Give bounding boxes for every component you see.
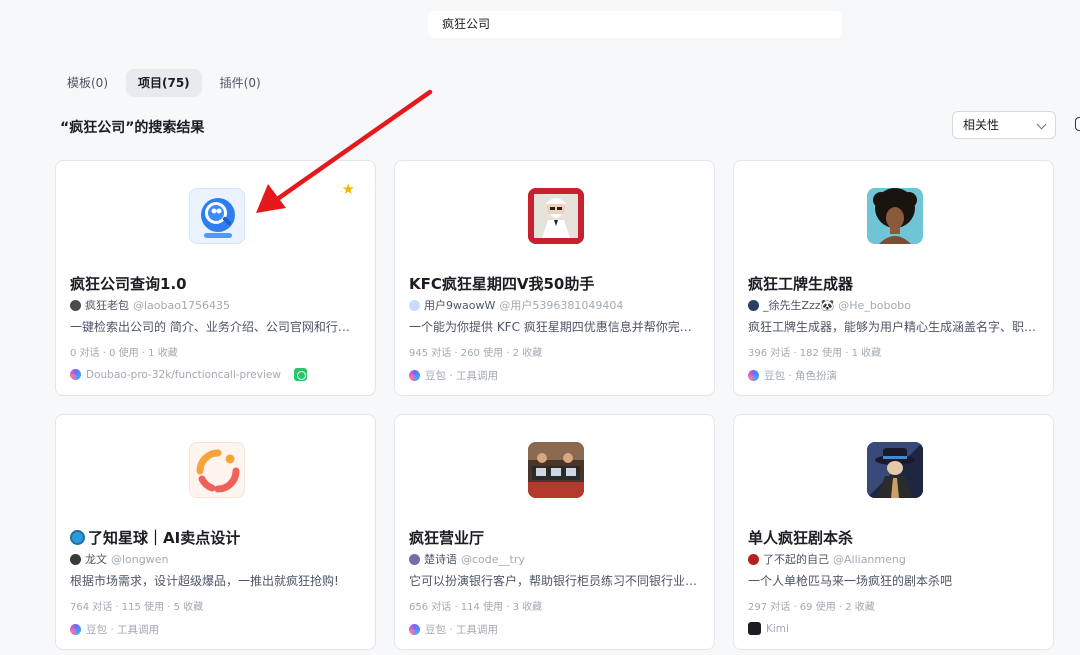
- office-scene-icon: [528, 442, 584, 498]
- avatar: [409, 553, 420, 565]
- card-stats: 297 对话 · 69 使用 · 2 收藏: [748, 602, 875, 613]
- kimi-logo-icon: [748, 622, 761, 635]
- model-name: 豆包 · 工具调用: [86, 624, 160, 636]
- card-model: 豆包 · 工具调用: [409, 368, 498, 383]
- sort-select[interactable]: 相关性: [952, 111, 1056, 139]
- afro-portrait-icon: [867, 188, 923, 244]
- model-name: 豆包 · 角色扮演: [764, 370, 838, 382]
- share-channel-icon: [293, 368, 307, 381]
- card-stats: 0 对话 · 0 使用 · 1 收藏: [70, 348, 178, 359]
- doubao-logo-icon: [70, 369, 81, 380]
- card-model: Doubao-pro-32k/functioncall-preview: [70, 368, 307, 381]
- author-handle: @laobao1756435: [133, 298, 230, 312]
- clipped-icon[interactable]: [1075, 117, 1080, 131]
- model-name: Kimi: [766, 622, 789, 635]
- doubao-logo-icon: [409, 624, 420, 635]
- card-stats: 945 对话 · 260 使用 · 2 收藏: [409, 348, 543, 359]
- project-card[interactable]: KFC疯狂星期四V我50助手 用户9waowW @用户5396381049404…: [394, 160, 715, 396]
- doubao-logo-icon: [748, 370, 759, 381]
- card-description: 它可以扮演银行客户，帮助银行柜员练习不同银行业…: [409, 574, 698, 588]
- model-name: 豆包 · 工具调用: [425, 370, 499, 382]
- chevron-down-icon: [1036, 119, 1047, 130]
- author-name: 楚诗语: [424, 553, 457, 566]
- card-title: 疯狂营业厅: [409, 529, 485, 547]
- card-author: 疯狂老包 @laobao1756435: [70, 297, 230, 313]
- result-tabs: 模板(0) 项目(75) 插件(0): [55, 69, 273, 97]
- avatar: [70, 299, 81, 311]
- card-author: 龙文 @longwen: [70, 551, 168, 567]
- sort-select-value: 相关性: [963, 118, 1000, 132]
- card-model: 豆包 · 工具调用: [70, 622, 159, 637]
- card-author: 楚诗语 @code__try: [409, 551, 525, 567]
- avatar: [70, 553, 81, 565]
- doubao-logo-icon: [409, 370, 420, 381]
- colonel-portrait-icon: [528, 188, 584, 244]
- author-handle: @He_bobobo: [838, 298, 911, 312]
- avatar: [409, 299, 420, 311]
- tab-templates[interactable]: 模板(0): [55, 69, 120, 97]
- card-description: 一键检索出公司的 简介、业务介绍、公司官网和行…: [70, 320, 350, 334]
- author-handle: @longwen: [111, 552, 169, 566]
- orange-ring-logo-icon: [189, 442, 245, 498]
- detective-hat-icon: [867, 442, 923, 498]
- card-title: 单人疯狂剧本杀: [748, 529, 854, 547]
- doubao-logo-icon: [70, 624, 81, 635]
- tab-plugins[interactable]: 插件(0): [208, 69, 273, 97]
- card-title: 疯狂工牌生成器: [748, 275, 854, 293]
- author-handle: @Allianmeng: [833, 552, 906, 566]
- avatar: [748, 553, 759, 565]
- card-stats: 396 对话 · 182 使用 · 1 收藏: [748, 348, 882, 359]
- globe-icon: [70, 530, 85, 545]
- card-model: 豆包 · 工具调用: [409, 622, 498, 637]
- card-author: _徐先生Zzz🐼 @He_bobobo: [748, 297, 911, 313]
- star-icon[interactable]: ★: [342, 180, 355, 198]
- project-card[interactable]: 疯狂工牌生成器 _徐先生Zzz🐼 @He_bobobo 疯狂工牌生成器，能够为用…: [733, 160, 1054, 396]
- card-stats: 656 对话 · 114 使用 · 3 收藏: [409, 602, 543, 613]
- author-name: 疯狂老包: [85, 299, 129, 312]
- card-description: 根据市场需求，设计超级爆品，一推出就疯狂抢购!: [70, 574, 339, 588]
- avatar: [748, 299, 759, 311]
- card-author: 了不起的自己 @Allianmeng: [748, 551, 906, 567]
- card-stats: 764 对话 · 115 使用 · 5 收藏: [70, 602, 204, 613]
- card-model: Kimi: [748, 622, 789, 635]
- author-name: 龙文: [85, 553, 107, 566]
- project-card[interactable]: ★ 疯狂公司查询1.0 疯狂老包 @laobao1756435 一键检索出公司的…: [55, 160, 376, 396]
- card-description: 一个人单枪匹马来一场疯狂的剧本杀吧: [748, 574, 953, 588]
- author-handle: @code__try: [461, 552, 525, 566]
- card-title: 疯狂公司查询1.0: [70, 275, 187, 293]
- magnifier-search-icon: [189, 188, 245, 244]
- model-name: 豆包 · 工具调用: [425, 624, 499, 636]
- project-card[interactable]: 单人疯狂剧本杀 了不起的自己 @Allianmeng 一个人单枪匹马来一场疯狂的…: [733, 414, 1054, 650]
- model-name: Doubao-pro-32k/functioncall-preview: [86, 368, 281, 381]
- card-description: 一个能为你提供 KFC 疯狂星期四优惠信息并帮你完…: [409, 320, 692, 334]
- search-input[interactable]: 疯狂公司: [428, 11, 842, 38]
- card-title-text: 了知星球｜AI卖点设计: [88, 529, 241, 547]
- card-model: 豆包 · 角色扮演: [748, 368, 837, 383]
- author-name: 用户9waowW: [424, 299, 496, 312]
- author-handle: @用户5396381049404: [499, 299, 624, 312]
- project-card[interactable]: 了知星球｜AI卖点设计 龙文 @longwen 根据市场需求，设计超级爆品，一推…: [55, 414, 376, 650]
- tab-projects[interactable]: 项目(75): [126, 69, 202, 97]
- card-title: KFC疯狂星期四V我50助手: [409, 275, 595, 293]
- project-card[interactable]: 疯狂营业厅 楚诗语 @code__try 它可以扮演银行客户，帮助银行柜员练习不…: [394, 414, 715, 650]
- results-heading: “疯狂公司”的搜索结果: [60, 120, 205, 136]
- card-title: 了知星球｜AI卖点设计: [70, 527, 240, 548]
- author-name: _徐先生Zzz🐼: [763, 299, 835, 312]
- card-author: 用户9waowW @用户5396381049404: [409, 297, 623, 313]
- author-name: 了不起的自己: [763, 553, 829, 566]
- card-description: 疯狂工牌生成器，能够为用户精心生成涵盖名字、职…: [748, 320, 1037, 334]
